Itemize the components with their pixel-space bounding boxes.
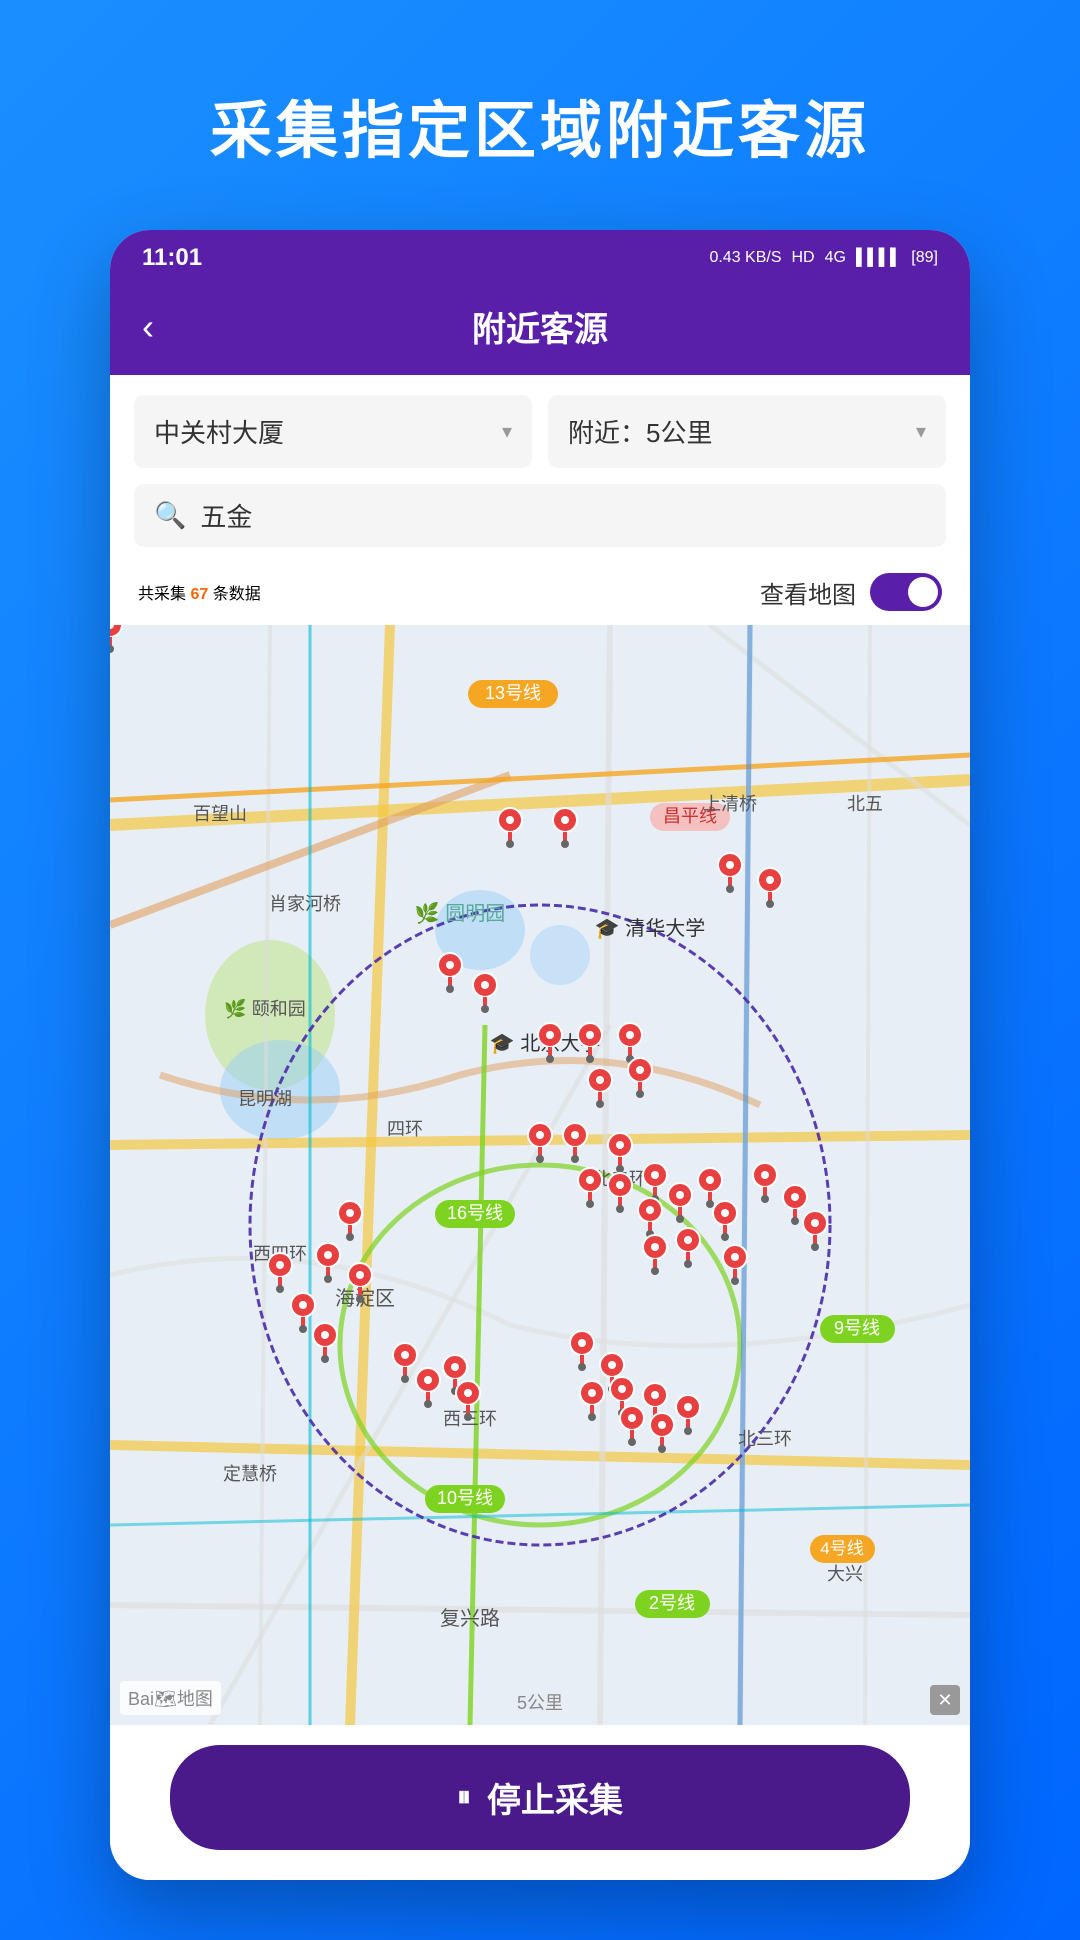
distance-label: 附近：5公里 [568, 413, 712, 450]
map-attribution: 5公里 [517, 1689, 563, 1715]
back-button[interactable]: ‹ [142, 306, 154, 348]
location-dropdown[interactable]: 中关村大厦 ▾ [134, 395, 532, 468]
map-toggle[interactable] [870, 573, 942, 611]
stats-prefix: 共采集 [138, 586, 186, 603]
distance-dropdown[interactable]: 附近：5公里 ▾ [548, 395, 946, 468]
signal-bars: ▌▌▌▌ [856, 249, 901, 267]
close-map-icon[interactable]: ✕ [930, 1685, 960, 1715]
svg-text:海淀区: 海淀区 [335, 1287, 395, 1310]
svg-text:🌿 颐和园: 🌿 颐和园 [224, 998, 305, 1019]
hd-badge: HD [792, 249, 815, 267]
search-icon: 🔍 [154, 500, 186, 531]
svg-text:4号线: 4号线 [820, 1539, 863, 1558]
pause-icon: ⏸ [457, 1781, 471, 1814]
baidu-watermark: Bai🗺地图 [120, 1681, 221, 1715]
header: ‹ 附近客源 [110, 282, 970, 375]
map-svg: 13号线 昌平线 上清桥 北五 百望山 肖家河桥 🌿 圆明园 🎓 清华大学 🌿 … [110, 625, 970, 1725]
controls-area: 中关村大厦 ▾ 附近：5公里 ▾ 🔍 共采集 67 条数据 查看地图 [110, 375, 970, 625]
location-arrow-icon: ▾ [502, 419, 512, 444]
svg-text:16号线: 16号线 [447, 1203, 503, 1223]
battery-indicator: [89] [911, 249, 938, 267]
stats-row: 共采集 67 条数据 查看地图 [134, 563, 946, 625]
svg-text:2号线: 2号线 [649, 1593, 695, 1613]
stats-count: 67 [190, 586, 208, 603]
map-toggle-label: 查看地图 [760, 575, 856, 610]
header-title: 附近客源 [472, 302, 608, 351]
distance-arrow-icon: ▾ [916, 419, 926, 444]
stop-label: 停止采集 [487, 1773, 623, 1822]
svg-text:北三环: 北三环 [738, 1429, 792, 1449]
svg-text:9号线: 9号线 [834, 1318, 880, 1338]
location-value: 中关村大厦 [154, 413, 284, 450]
map-area[interactable]: 13号线 昌平线 上清桥 北五 百望山 肖家河桥 🌿 圆明园 🎓 清华大学 🌿 … [110, 625, 970, 1725]
network-indicator: 4G [825, 249, 846, 267]
svg-text:昆明湖: 昆明湖 [238, 1089, 292, 1109]
search-bar: 🔍 [134, 484, 946, 547]
stats-suffix: 条数据 [213, 586, 261, 603]
bottom-bar: ⏸ 停止采集 [110, 1725, 970, 1880]
search-input[interactable] [200, 500, 926, 531]
status-time: 11:01 [142, 244, 202, 272]
svg-text:四环: 四环 [387, 1119, 423, 1139]
stop-collect-button[interactable]: ⏸ 停止采集 [170, 1745, 910, 1850]
speed-indicator: 0.43 KB/S [709, 249, 781, 267]
svg-text:13号线: 13号线 [485, 683, 541, 703]
svg-text:复兴路: 复兴路 [440, 1607, 500, 1630]
svg-text:10号线: 10号线 [437, 1488, 493, 1508]
phone-frame: 11:01 0.43 KB/S HD 4G ▌▌▌▌ [89] ‹ 附近客源 中… [110, 230, 970, 1880]
svg-text:百望山: 百望山 [193, 804, 247, 824]
status-icons: 0.43 KB/S HD 4G ▌▌▌▌ [89] [709, 249, 938, 267]
svg-text:北五: 北五 [847, 794, 883, 814]
toggle-knob [908, 577, 938, 607]
svg-text:肖家河桥: 肖家河桥 [269, 894, 341, 914]
svg-text:🌿 圆明园: 🌿 圆明园 [415, 901, 505, 925]
status-bar: 11:01 0.43 KB/S HD 4G ▌▌▌▌ [89] [110, 230, 970, 282]
svg-text:大兴: 大兴 [827, 1564, 863, 1584]
svg-text:定慧桥: 定慧桥 [223, 1464, 277, 1484]
svg-text:上清桥: 上清桥 [703, 794, 757, 814]
page-title: 采集指定区域附近客源 [170, 0, 910, 230]
map-toggle-area: 查看地图 [760, 573, 942, 611]
dropdown-row: 中关村大厦 ▾ 附近：5公里 ▾ [134, 395, 946, 468]
stats-text: 共采集 67 条数据 [138, 580, 261, 604]
svg-text:🎓 清华大学: 🎓 清华大学 [595, 917, 705, 940]
